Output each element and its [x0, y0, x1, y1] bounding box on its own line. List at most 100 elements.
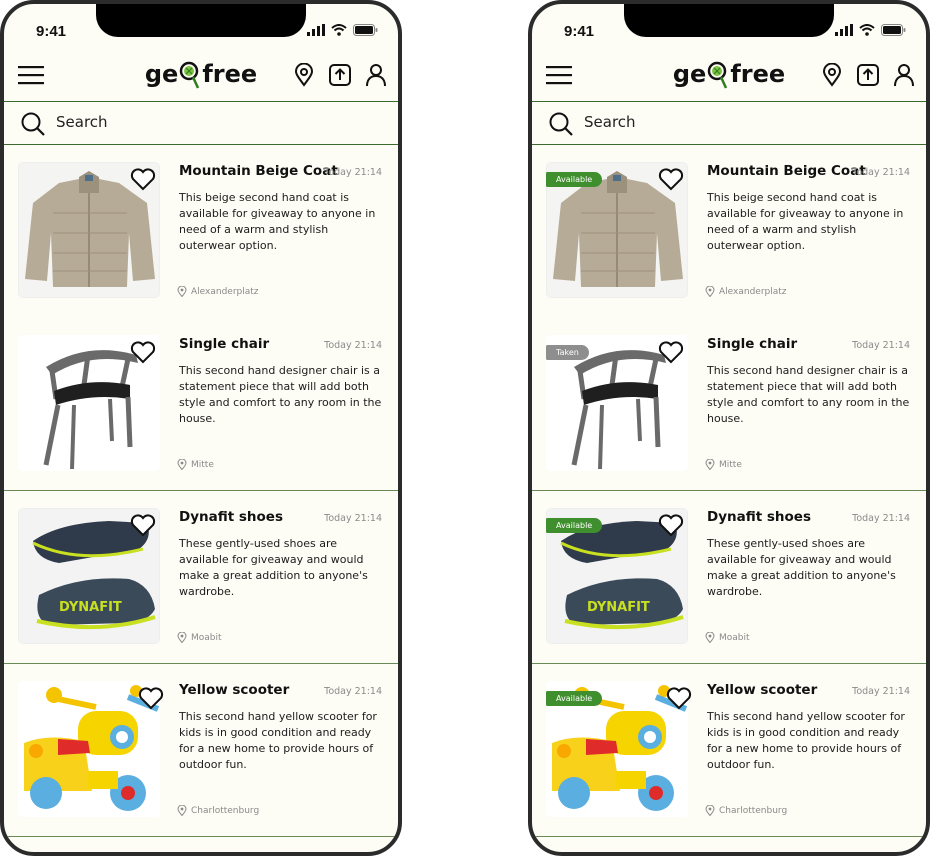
item-description: These gently-used shoes are available fo… — [179, 537, 368, 598]
item-title: Yellow scooter — [707, 682, 818, 698]
location-pin-icon — [177, 805, 187, 816]
item-title: Yellow scooter — [179, 682, 290, 698]
item-location-label: Moabit — [719, 632, 750, 643]
item-description: These gently-used shoes are available fo… — [707, 537, 896, 598]
phone-screen-left: 9:41 gefree Search Mountain Beige Coat — [0, 0, 402, 856]
search-bar[interactable]: Search — [4, 101, 398, 145]
item-description: This second hand designer chair is a sta… — [707, 364, 910, 425]
location-pin-icon — [177, 459, 187, 470]
magnifier-logo-icon — [180, 61, 200, 89]
status-time: 9:41 — [36, 23, 67, 40]
item-title: Mountain Beige Coat — [707, 163, 866, 179]
magnifier-logo-icon — [708, 61, 728, 89]
location-pin-icon — [705, 805, 715, 816]
item-location: Charlottenburg — [177, 805, 259, 816]
item-description: This second hand yellow scooter for kids… — [707, 710, 905, 771]
item-date: Today 21:14 — [324, 167, 382, 178]
item-location: Moabit — [705, 632, 750, 643]
item-location: Charlottenburg — [705, 805, 787, 816]
list-item[interactable]: Available Mountain Beige Coat Today 21:1… — [532, 145, 926, 318]
list-item[interactable]: DYNAFIT Dynafit shoes Today 21:14 These … — [4, 491, 398, 664]
upload-icon[interactable] — [856, 63, 880, 87]
item-list: Mountain Beige Coat Today 21:14 This bei… — [4, 145, 398, 837]
favorite-heart-icon[interactable] — [138, 686, 164, 710]
status-badge: Available — [546, 518, 603, 533]
search-icon — [549, 112, 573, 136]
status-bar: 9:41 — [4, 4, 398, 48]
location-pin-icon — [705, 459, 715, 470]
item-title: Dynafit shoes — [179, 509, 283, 525]
item-date: Today 21:14 — [852, 167, 910, 178]
item-description: This beige second hand coat is available… — [707, 191, 904, 252]
item-location-label: Mitte — [719, 459, 742, 470]
status-badge: Available — [546, 172, 603, 187]
profile-icon[interactable] — [364, 63, 388, 87]
item-location-label: Moabit — [191, 632, 222, 643]
search-icon — [21, 112, 45, 136]
item-description: This second hand yellow scooter for kids… — [179, 710, 377, 771]
item-date: Today 21:14 — [324, 340, 382, 351]
list-item[interactable]: Single chair Today 21:14 This second han… — [4, 318, 398, 491]
item-location-label: Charlottenburg — [719, 805, 788, 816]
item-location-label: Alexanderplatz — [191, 286, 259, 297]
favorite-heart-icon[interactable] — [130, 340, 156, 364]
item-date: Today 21:14 — [324, 513, 382, 524]
list-item[interactable]: Yellow scooter Today 21:14 This second h… — [4, 664, 398, 837]
item-location: Alexanderplatz — [177, 286, 259, 297]
header-actions — [292, 62, 388, 87]
status-badge: Available — [546, 691, 603, 706]
favorite-heart-icon[interactable] — [658, 167, 684, 191]
logo-text-left: ge — [144, 60, 179, 88]
item-description: This second hand designer chair is a sta… — [179, 364, 382, 425]
profile-icon[interactable] — [892, 63, 916, 87]
favorite-heart-icon[interactable] — [658, 340, 684, 364]
logo-text-right: free — [202, 60, 258, 88]
location-pin-icon — [705, 286, 715, 297]
status-icons — [835, 24, 906, 36]
status-icons — [307, 24, 378, 36]
item-list: Available Mountain Beige Coat Today 21:1… — [532, 145, 926, 837]
item-location-label: Charlottenburg — [191, 805, 260, 816]
search-bar[interactable]: Search — [532, 101, 926, 145]
location-pin-icon — [177, 632, 187, 643]
shoe-brand-text: DYNAFIT — [587, 600, 650, 615]
battery-icon — [353, 24, 378, 36]
item-location-label: Alexanderplatz — [719, 286, 787, 297]
location-pin-icon — [177, 286, 187, 297]
favorite-heart-icon[interactable] — [658, 513, 684, 537]
item-title: Mountain Beige Coat — [179, 163, 338, 179]
phone-screen-right: 9:41 ge free Search Available Mountain B… — [528, 0, 930, 856]
item-date: Today 21:14 — [852, 513, 910, 524]
status-badge: Taken — [546, 345, 589, 360]
item-date: Today 21:14 — [852, 686, 910, 697]
list-item[interactable]: Available Yellow scooter Today 21:14 Thi… — [532, 664, 926, 837]
location-pin-icon[interactable] — [820, 62, 844, 87]
upload-icon[interactable] — [328, 63, 352, 87]
item-date: Today 21:14 — [324, 686, 382, 697]
item-location-label: Mitte — [191, 459, 214, 470]
item-location: Moabit — [177, 632, 222, 643]
logo-text-right: free — [730, 60, 786, 88]
item-description: This beige second hand coat is available… — [179, 191, 376, 252]
app-header: ge free — [532, 54, 926, 104]
list-item[interactable]: Taken Single chair Today 21:14 This seco… — [532, 318, 926, 491]
item-location: Alexanderplatz — [705, 286, 787, 297]
status-time: 9:41 — [564, 23, 595, 40]
favorite-heart-icon[interactable] — [130, 167, 156, 191]
location-pin-icon[interactable] — [292, 62, 316, 87]
favorite-heart-icon[interactable] — [666, 686, 692, 710]
item-location: Mitte — [177, 459, 214, 470]
logo-text-left: ge — [672, 60, 707, 88]
header-actions — [820, 62, 916, 87]
item-title: Single chair — [707, 336, 798, 352]
signal-icon — [835, 24, 853, 36]
item-date: Today 21:14 — [852, 340, 910, 351]
list-item[interactable]: DYNAFIT Available Dynafit shoes Today 21… — [532, 491, 926, 664]
list-item[interactable]: Mountain Beige Coat Today 21:14 This bei… — [4, 145, 398, 318]
favorite-heart-icon[interactable] — [130, 513, 156, 537]
status-bar: 9:41 — [532, 4, 926, 48]
shoe-brand-text: DYNAFIT — [59, 600, 122, 615]
item-location: Mitte — [705, 459, 742, 470]
signal-icon — [307, 24, 325, 36]
app-header: ge free — [4, 54, 398, 104]
